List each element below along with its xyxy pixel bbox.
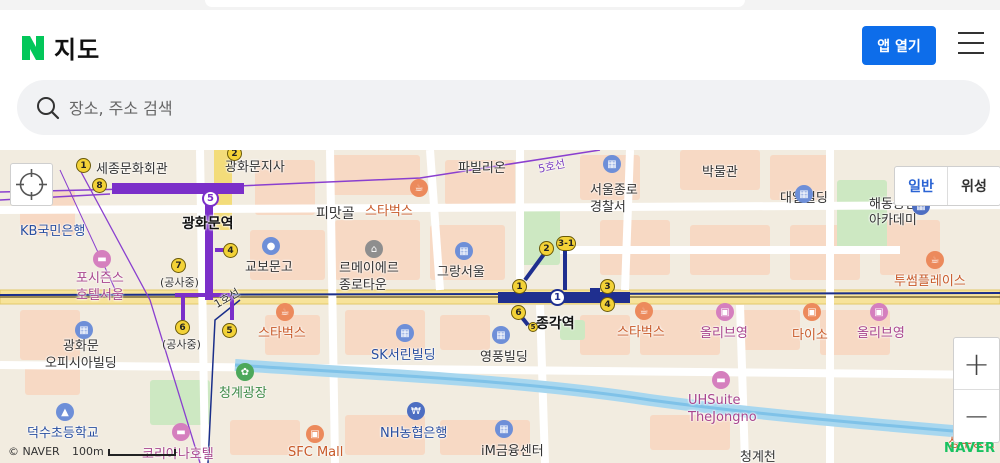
zoom-controls: + − [953, 337, 1000, 443]
building-icon[interactable]: ▦ [492, 326, 510, 344]
map-label[interactable]: (공사중) [160, 274, 199, 290]
map-label[interactable]: 올리브영 [857, 322, 905, 341]
building-icon[interactable]: ▦ [495, 420, 513, 438]
cafe-icon[interactable]: ☕ [276, 303, 294, 321]
station-exit-marker[interactable]: 2 [539, 241, 554, 256]
map-label[interactable]: 서울종로 경찰서 [590, 182, 638, 216]
map-label[interactable]: 스타벅스 [617, 321, 665, 340]
copyright-text: © NAVER [8, 445, 60, 458]
station-exit-marker[interactable]: 5 [222, 323, 237, 338]
zoom-in-button[interactable]: + [954, 338, 999, 390]
map-label[interactable]: 광화문역 [182, 213, 234, 233]
map-label[interactable]: 교보문고 [245, 256, 293, 275]
map-label[interactable]: SK서린빌딩 [371, 344, 436, 363]
header: 지도 앱 열기 [0, 0, 1000, 150]
cafe-icon[interactable]: ☕ [926, 251, 944, 269]
scale-bar: 100m [72, 445, 176, 458]
map-label[interactable]: 청계광장 [219, 382, 267, 401]
map-type-toggle: 일반 위성 [894, 166, 1000, 206]
my-location-button[interactable] [10, 163, 53, 206]
line5-station-badge[interactable]: 5 [202, 190, 219, 207]
station-exit-marker[interactable]: 6 [175, 320, 190, 335]
station-exit-marker[interactable]: 3-1 [556, 236, 576, 251]
map-canvas[interactable]: 5호선 1호선 세종문화회관 광화문지사 파빌리온 박물관 해동공간 아카데미 … [0, 150, 1000, 463]
map-label[interactable]: 그랑서울 [437, 261, 485, 280]
map-label[interactable]: 투썸플레이스 [894, 270, 966, 289]
map-label[interactable]: 파빌리온 [458, 157, 506, 176]
map-label[interactable]: 광화문 오피시아빌딩 [45, 338, 117, 372]
station-exit-marker[interactable]: 6 [511, 305, 526, 320]
school-icon[interactable]: ▲ [56, 403, 74, 421]
map-label[interactable]: KB국민은행 [20, 220, 85, 239]
station-exit-marker[interactable]: 1 [512, 279, 527, 294]
map-label[interactable]: iM금융센터 [481, 440, 544, 459]
search-icon [37, 97, 60, 120]
bank-icon[interactable]: ₩ [407, 402, 425, 420]
building-icon[interactable]: ▦ [75, 321, 93, 339]
building-icon[interactable]: ▦ [396, 324, 414, 342]
map-label[interactable]: 피맛골 [316, 203, 355, 223]
map-type-satellite-button[interactable]: 위성 [948, 167, 1000, 205]
station-exit-marker[interactable]: 3 [600, 279, 615, 294]
bookstore-icon[interactable]: ● [262, 237, 280, 255]
cafe-icon[interactable]: ☕ [635, 302, 653, 320]
map-label[interactable]: 르메이에르 종로타운 [339, 260, 399, 294]
hamburger-menu-icon[interactable] [955, 32, 987, 58]
building-icon[interactable]: ▦ [455, 242, 473, 260]
search-bar[interactable] [17, 80, 990, 135]
map-label[interactable]: 박물관 [702, 161, 738, 180]
map-label[interactable]: 영풍빌딩 [480, 346, 528, 365]
map-label[interactable]: 스타벅스 [258, 322, 306, 341]
station-exit-marker[interactable]: 7 [171, 258, 186, 273]
map-label[interactable]: 덕수초등학교 [27, 422, 99, 441]
park-icon[interactable]: ✿ [236, 363, 254, 381]
crosshair-icon [16, 169, 47, 200]
map-label[interactable]: SFC Mall [288, 445, 343, 460]
shop-icon[interactable]: ▣ [870, 303, 888, 321]
brand[interactable]: 지도 [20, 30, 100, 65]
station-exit-marker[interactable]: 4 [223, 243, 238, 258]
naver-logo[interactable]: NAVER [944, 441, 996, 456]
map-label[interactable]: 포시즌스 호텔서울 [76, 270, 124, 304]
browser-tab-strip [0, 0, 1000, 10]
police-icon[interactable]: ▦ [603, 155, 621, 173]
cafe-icon[interactable]: ☕ [410, 179, 428, 197]
map-label[interactable]: 스타벅스 [365, 200, 413, 219]
station-exit-marker[interactable]: 5 [528, 322, 538, 332]
station-exit-marker[interactable]: 1 [76, 158, 91, 173]
shop-icon[interactable]: ▣ [716, 303, 734, 321]
hotel-icon[interactable]: ▬ [93, 250, 111, 268]
browser-tab [205, 0, 745, 7]
map-label[interactable]: 종각역 [536, 313, 575, 333]
map-label[interactable]: NH농협은행 [380, 422, 447, 441]
station-exit-marker[interactable]: 8 [92, 178, 107, 193]
map-type-normal-button[interactable]: 일반 [895, 167, 948, 205]
map-label[interactable]: (공사중) [162, 336, 201, 352]
map-label[interactable]: UHSuite TheJongno [688, 392, 757, 426]
scale-label: 100m [72, 445, 104, 458]
line1-station-badge[interactable]: 1 [549, 289, 566, 306]
map-label[interactable]: 올리브영 [700, 322, 748, 341]
scale-bar-line [107, 448, 176, 456]
building-icon[interactable]: ▦ [795, 185, 813, 203]
map-label[interactable]: 청계천 [740, 446, 776, 463]
hotel-icon[interactable]: ▬ [712, 371, 730, 389]
zoom-out-button[interactable]: − [954, 390, 999, 442]
naver-n-logo-icon [20, 34, 46, 62]
shop-icon[interactable]: ▣ [803, 303, 821, 321]
hotel-icon[interactable]: ▬ [172, 423, 190, 441]
open-app-button[interactable]: 앱 열기 [862, 26, 936, 65]
map-label[interactable]: 다이소 [792, 324, 828, 343]
shop-icon[interactable]: ▣ [306, 425, 324, 443]
page-title: 지도 [54, 36, 101, 64]
station-exit-marker[interactable]: 4 [600, 297, 615, 312]
search-input[interactable] [69, 92, 949, 124]
map-label[interactable]: 세종문화회관 [96, 158, 168, 177]
building-icon[interactable]: ⌂ [365, 240, 383, 258]
map-base [0, 150, 1000, 463]
